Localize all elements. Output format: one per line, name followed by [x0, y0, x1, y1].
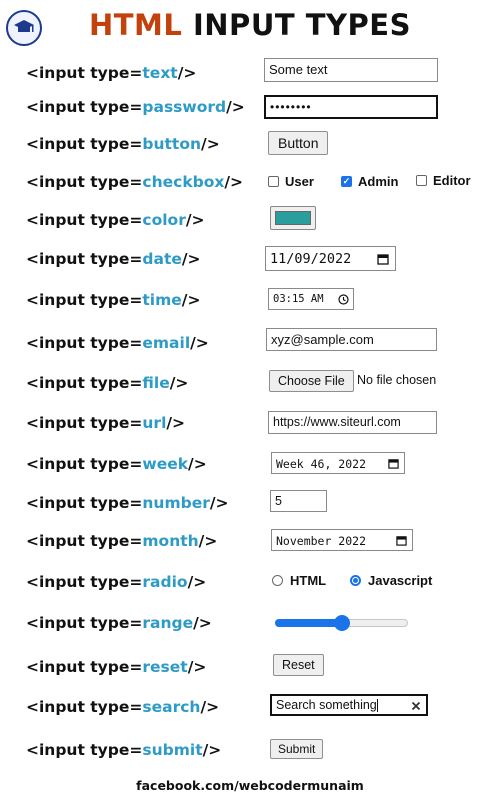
checkbox-label: Admin: [358, 174, 399, 189]
page-title: HTML INPUT TYPES: [0, 8, 500, 42]
choose-file-button[interactable]: Choose File: [269, 370, 354, 392]
row-time: <input type=time/> 03:15 AM: [0, 287, 500, 317]
row-file: <input type=file/> Choose File No file c…: [0, 370, 500, 400]
check-icon[interactable]: ✓: [341, 176, 352, 187]
row-button: <input type=button/> Button: [0, 131, 500, 161]
checkbox-admin[interactable]: ✓ Admin: [341, 174, 398, 189]
calendar-icon[interactable]: [396, 535, 407, 546]
row-number: <input type=number/> 5: [0, 490, 500, 520]
search-value: Search something: [276, 698, 377, 712]
code-label: <input type=color/>: [26, 211, 205, 229]
row-checkbox: <input type=checkbox/> User ✓ Admin Edit…: [0, 169, 500, 199]
url-input[interactable]: https://www.siteurl.com: [268, 411, 437, 434]
month-input[interactable]: November 2022: [271, 529, 413, 551]
checkbox-editor[interactable]: Editor: [416, 173, 471, 188]
code-label: <input type=radio/>: [26, 573, 207, 591]
month-value: November 2022: [276, 534, 367, 548]
row-reset: <input type=reset/> Reset: [0, 654, 500, 684]
code-label: <input type=date/>: [26, 250, 201, 268]
code-label: <input type=reset/>: [26, 658, 207, 676]
radio-label: Javascript: [368, 573, 433, 588]
calendar-icon[interactable]: [388, 458, 399, 469]
code-label: <input type=range/>: [26, 614, 212, 632]
row-date: <input type=date/> 11/09/2022: [0, 246, 500, 276]
time-input[interactable]: 03:15 AM: [268, 288, 354, 310]
reset-button[interactable]: Reset: [273, 654, 324, 676]
checkbox-label: User: [285, 174, 314, 189]
code-label: <input type=password/>: [26, 98, 245, 116]
color-input[interactable]: [270, 206, 316, 230]
title-accent: HTML: [89, 8, 183, 42]
date-input[interactable]: 11/09/2022: [265, 246, 396, 271]
file-status: No file chosen: [357, 373, 437, 387]
checkbox-label: Editor: [433, 173, 471, 188]
code-label: <input type=week/>: [26, 455, 207, 473]
email-input[interactable]: xyz@sample.com: [266, 328, 437, 351]
radio-label: HTML: [290, 573, 327, 588]
radio-javascript[interactable]: Javascript: [350, 573, 432, 588]
row-range: <input type=range/>: [0, 610, 500, 640]
code-label: <input type=number/>: [26, 494, 229, 512]
code-label: <input type=time/>: [26, 291, 201, 309]
code-label: <input type=url/>: [26, 414, 186, 432]
title-rest: INPUT TYPES: [193, 8, 411, 42]
row-search: <input type=search/> Search something: [0, 694, 500, 724]
week-value: Week 46, 2022: [276, 457, 367, 471]
code-label: <input type=submit/>: [26, 741, 222, 759]
submit-button[interactable]: Submit: [270, 739, 324, 759]
code-label: <input type=email/>: [26, 334, 209, 352]
code-label: <input type=search/>: [26, 698, 220, 716]
date-value: 11/09/2022: [270, 251, 352, 267]
time-value: 03:15 AM: [273, 293, 324, 305]
row-radio: <input type=radio/> HTML Javascript: [0, 569, 500, 599]
calendar-icon[interactable]: [377, 253, 389, 265]
radio-html[interactable]: HTML: [272, 573, 326, 588]
range-slider[interactable]: [275, 615, 408, 631]
text-input[interactable]: Some text: [264, 58, 438, 82]
range-thumb[interactable]: [334, 615, 350, 631]
code-label: <input type=file/>: [26, 374, 189, 392]
row-url: <input type=url/> https://www.siteurl.co…: [0, 410, 500, 440]
clock-icon[interactable]: [338, 294, 349, 305]
checkbox-user[interactable]: User: [268, 174, 314, 189]
radio-button-selected[interactable]: [350, 575, 361, 586]
button-input[interactable]: Button: [268, 131, 329, 155]
color-swatch: [275, 211, 311, 225]
checkbox-box[interactable]: [416, 175, 427, 186]
row-text: <input type=text/> Some text: [0, 58, 500, 90]
checkbox-box[interactable]: [268, 176, 279, 187]
clear-icon[interactable]: [411, 701, 421, 711]
code-label: <input type=checkbox/>: [26, 173, 244, 191]
row-week: <input type=week/> Week 46, 2022: [0, 451, 500, 481]
row-submit: <input type=submit/> Submit: [0, 737, 500, 767]
range-fill: [275, 619, 342, 627]
footer-link[interactable]: facebook.com/webcodermunaim: [0, 778, 500, 793]
row-month: <input type=month/> November 2022: [0, 528, 500, 558]
week-input[interactable]: Week 46, 2022: [271, 452, 405, 474]
text-cursor: [376, 699, 378, 713]
password-input[interactable]: ••••••••: [264, 95, 438, 119]
code-label: <input type=button/>: [26, 135, 220, 153]
code-label: <input type=text/>: [26, 64, 197, 82]
row-color: <input type=color/>: [0, 206, 500, 237]
code-label: <input type=month/>: [26, 532, 218, 550]
radio-button[interactable]: [272, 575, 283, 586]
row-email: <input type=email/> xyz@sample.com: [0, 328, 500, 360]
search-input[interactable]: Search something: [270, 694, 428, 716]
row-password: <input type=password/> ••••••••: [0, 94, 500, 124]
number-input[interactable]: 5: [270, 490, 327, 512]
